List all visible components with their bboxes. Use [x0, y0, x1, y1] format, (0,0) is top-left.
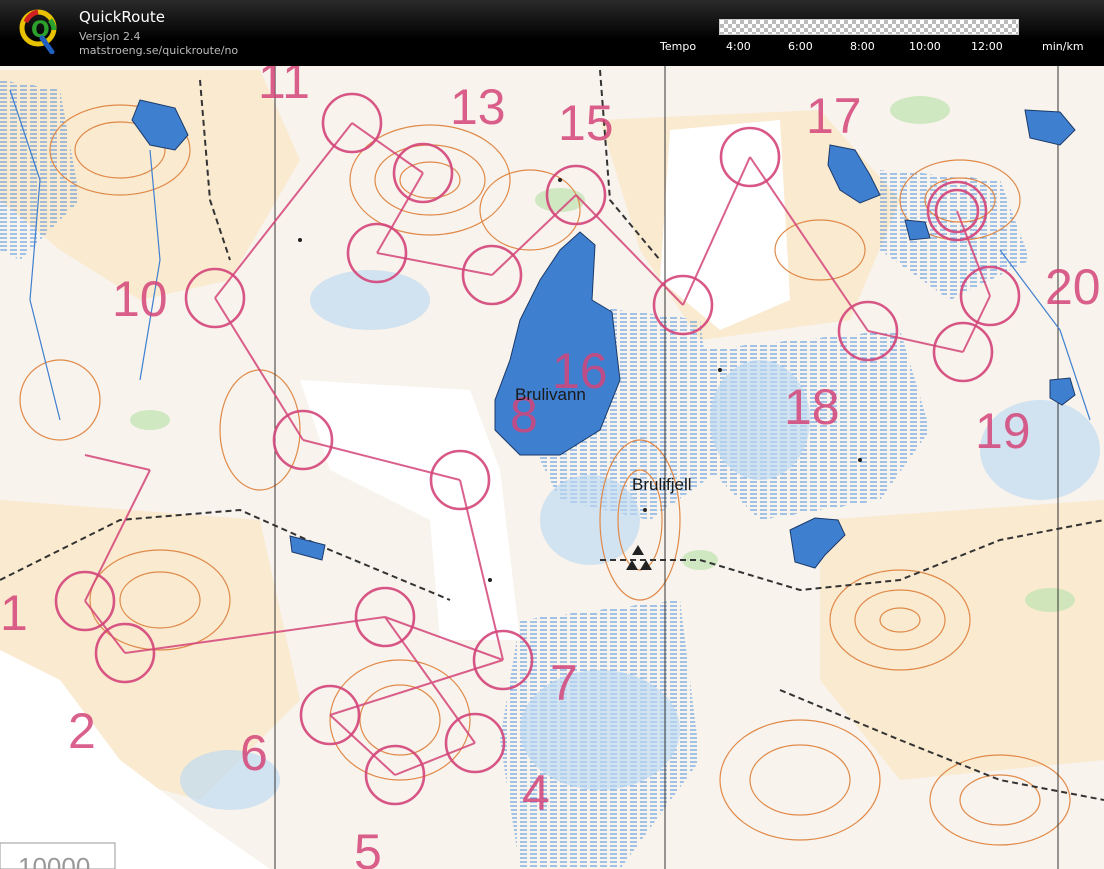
tempo-tick: 6:00 [788, 40, 813, 53]
tempo-unit: min/km [1042, 40, 1084, 53]
tempo-label: Tempo [660, 40, 697, 53]
control-number: 15 [558, 95, 614, 151]
control-number: 19 [975, 403, 1031, 459]
control-number: 7 [550, 655, 578, 711]
place-name-brulivann: Brulivann [515, 385, 586, 404]
control-number: 17 [806, 88, 862, 144]
control-number: 10 [112, 271, 168, 327]
control-number: 11 [258, 66, 310, 109]
control-number: 13 [450, 79, 506, 135]
app-title: QuickRoute [79, 8, 165, 26]
control-number: 18 [784, 379, 840, 435]
place-name-brulifjell: Brulifjell [632, 475, 692, 494]
map-scale-text: 10000 [18, 852, 90, 869]
app-header: Q QuickRoute Versjon 2.4 matstroeng.se/q… [0, 0, 1104, 66]
tempo-tick: 12:00 [971, 40, 1003, 53]
quickroute-logo-icon: Q [19, 9, 57, 54]
tempo-scale-bar [719, 19, 1019, 35]
tempo-tick: 10:00 [909, 40, 941, 53]
orienteering-map[interactable]: 10000 1 2 4 5 6 7 8 10 11 13 15 16 17 18… [0, 66, 1104, 869]
control-number: 1 [0, 585, 28, 641]
control-number: 4 [522, 765, 550, 821]
control-number: 6 [240, 725, 268, 781]
tempo-tick: 4:00 [726, 40, 751, 53]
tempo-tick: 8:00 [850, 40, 875, 53]
control-number: 5 [354, 824, 382, 869]
app-version: Versjon 2.4 [79, 30, 141, 43]
control-number: 2 [68, 703, 96, 759]
control-number: 20 [1045, 259, 1101, 315]
app-url[interactable]: matstroeng.se/quickroute/no [79, 44, 238, 57]
